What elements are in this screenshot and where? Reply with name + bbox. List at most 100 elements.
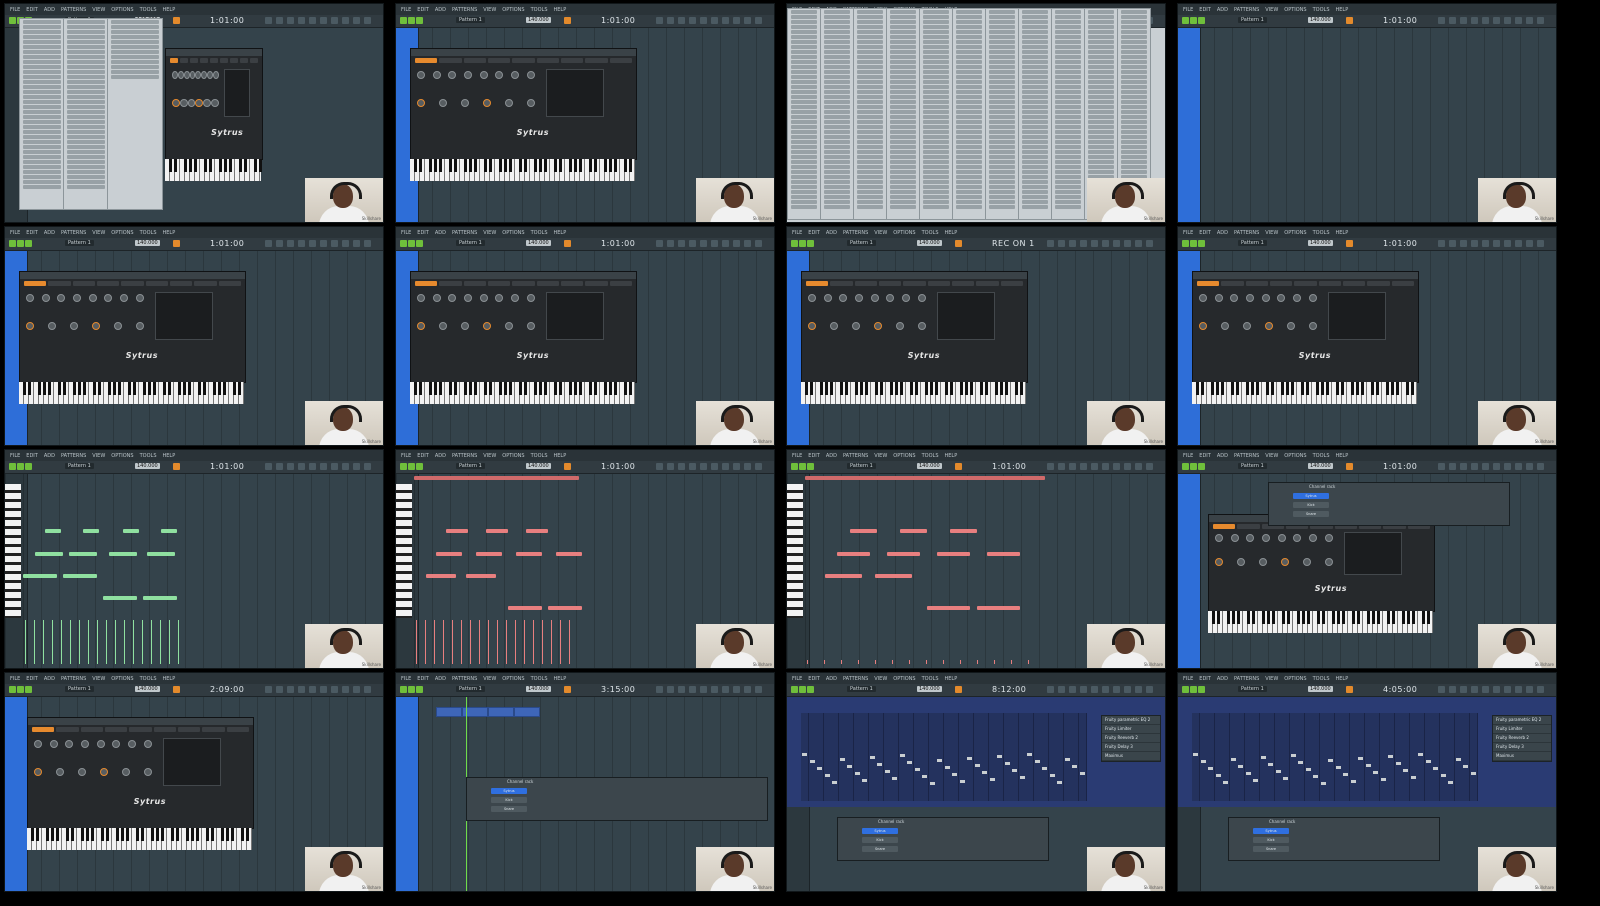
piano-roll-note[interactable] — [143, 596, 177, 601]
submenu[interactable] — [63, 18, 109, 210]
menu-item[interactable]: FILE — [9, 7, 21, 13]
transport-button[interactable] — [9, 686, 16, 693]
plugin-entry[interactable] — [1121, 110, 1147, 114]
knob[interactable] — [917, 321, 926, 330]
plugin-entry[interactable] — [890, 200, 916, 204]
plugin-tab[interactable] — [1269, 281, 1293, 286]
mixer-fader[interactable] — [1328, 759, 1333, 762]
knob[interactable] — [1215, 558, 1223, 567]
tool-icon[interactable] — [667, 240, 674, 247]
knob[interactable] — [504, 98, 513, 107]
black-key[interactable] — [45, 828, 49, 841]
plugin-entry[interactable] — [857, 20, 883, 24]
menu-item[interactable] — [67, 100, 105, 104]
knob[interactable] — [113, 321, 122, 330]
plugin-entry[interactable] — [791, 40, 817, 44]
black-key[interactable] — [1356, 611, 1360, 624]
plugin-entry[interactable] — [923, 195, 949, 199]
tool-icon[interactable] — [1069, 686, 1076, 693]
plugin-tab[interactable] — [415, 281, 438, 286]
playlist-clip[interactable] — [488, 707, 514, 717]
plugin-entry[interactable] — [1121, 35, 1147, 39]
menu-item[interactable]: HELP — [1335, 676, 1350, 682]
mixer-fader[interactable] — [1049, 774, 1055, 777]
plugin-entry[interactable] — [890, 95, 916, 99]
plugin-entry[interactable] — [824, 180, 850, 184]
video-thumbnail[interactable]: FILEEDITADDPATTERNSVIEWOPTIONSTOOLSHELPP… — [1177, 226, 1557, 446]
plugin-entry[interactable] — [989, 60, 1015, 64]
menu-item[interactable]: VIEW — [91, 676, 106, 682]
menu-item[interactable] — [23, 35, 61, 39]
menu-item[interactable]: ADD — [434, 676, 447, 682]
plugin-entry[interactable] — [1121, 15, 1147, 19]
menu-item[interactable] — [111, 50, 159, 54]
black-key[interactable] — [944, 382, 948, 395]
black-key[interactable] — [1320, 382, 1324, 395]
video-thumbnail[interactable]: FILEEDITADDPATTERNSVIEWOPTIONSTOOLSHELPP… — [1177, 449, 1557, 669]
black-key[interactable] — [1306, 611, 1310, 624]
plugin-tab[interactable] — [439, 58, 462, 63]
tool-icon[interactable] — [1515, 463, 1522, 470]
plugin-entry[interactable] — [956, 115, 982, 119]
tool-icon[interactable] — [276, 463, 283, 470]
black-key[interactable] — [573, 159, 577, 172]
knob[interactable] — [128, 740, 137, 748]
tool-icon[interactable] — [1526, 17, 1533, 24]
plugin-entry[interactable] — [989, 145, 1015, 149]
plugin-entry[interactable] — [956, 190, 982, 194]
menu-item[interactable] — [111, 65, 159, 69]
knob[interactable] — [526, 321, 535, 330]
knob[interactable] — [526, 294, 535, 302]
tool-icon[interactable] — [755, 686, 762, 693]
black-key[interactable] — [253, 159, 257, 172]
black-key[interactable] — [1266, 611, 1270, 624]
black-key[interactable] — [578, 159, 582, 172]
plugin-entry[interactable] — [824, 15, 850, 19]
black-key[interactable] — [1331, 611, 1335, 624]
menu-item[interactable] — [67, 105, 105, 109]
piano-roll-note[interactable] — [109, 551, 137, 556]
pattern-selector[interactable]: Pattern 1 — [847, 240, 876, 246]
mixer-fader[interactable] — [1365, 764, 1371, 767]
menu-item[interactable]: HELP — [1335, 7, 1350, 13]
piano-roll-note[interactable] — [466, 574, 496, 578]
knob[interactable] — [1286, 321, 1295, 330]
plugin-entry[interactable] — [1055, 80, 1081, 84]
plugin-title-bar[interactable] — [1193, 272, 1418, 279]
piano-keyboard[interactable] — [1192, 382, 1417, 404]
black-key[interactable] — [147, 382, 151, 395]
transport-button[interactable] — [408, 686, 415, 693]
black-key[interactable] — [1341, 611, 1345, 624]
tool-icon[interactable] — [342, 686, 349, 693]
menu-item[interactable]: VIEW — [482, 453, 497, 459]
plugin-entry[interactable] — [890, 80, 916, 84]
menu-item[interactable]: VIEW — [91, 230, 106, 236]
mixer-fader[interactable] — [959, 780, 965, 783]
plugin-entry[interactable] — [857, 15, 883, 19]
plugin-tab[interactable] — [1245, 281, 1268, 286]
plugin-entry[interactable] — [791, 200, 817, 204]
black-key[interactable] — [120, 828, 124, 841]
menu-item[interactable]: OPTIONS — [110, 676, 134, 682]
plugin-browser-column[interactable] — [853, 8, 887, 220]
knob[interactable] — [902, 294, 911, 302]
plugin-entry[interactable] — [824, 90, 850, 94]
plugin-entry[interactable] — [1088, 65, 1114, 69]
channel-button[interactable]: Sytrus — [491, 788, 527, 794]
knob[interactable] — [464, 71, 473, 79]
velocity-bar[interactable] — [34, 620, 35, 664]
black-key[interactable] — [1290, 382, 1294, 395]
plugin-entry[interactable] — [857, 35, 883, 39]
black-key[interactable] — [1376, 611, 1380, 624]
menu-item[interactable] — [67, 165, 105, 169]
plugin-entry[interactable] — [824, 165, 850, 169]
tool-icon[interactable] — [711, 17, 718, 24]
plugin-entry[interactable] — [857, 140, 883, 144]
plugin-entry[interactable] — [923, 75, 949, 79]
black-key[interactable] — [182, 382, 186, 395]
velocity-bar[interactable] — [533, 620, 534, 664]
plugin-tab[interactable] — [1367, 281, 1390, 286]
black-key[interactable] — [173, 159, 177, 172]
plugin-entry[interactable] — [791, 90, 817, 94]
channel-button[interactable]: Snare — [862, 846, 898, 852]
